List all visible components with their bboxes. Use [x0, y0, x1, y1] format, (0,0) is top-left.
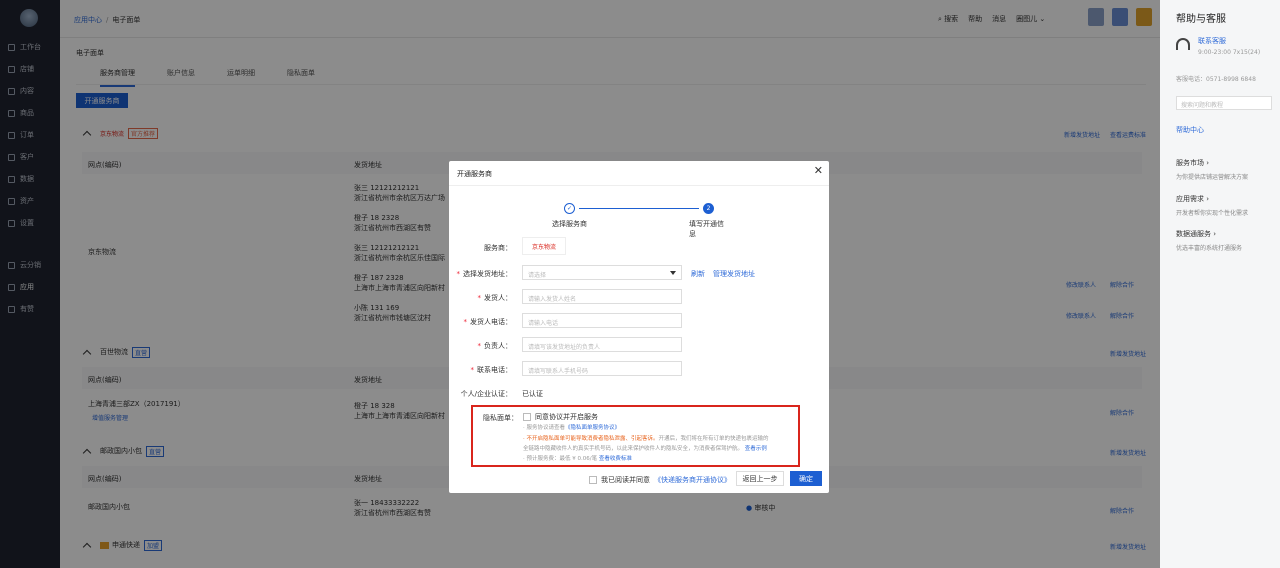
manage-address-link[interactable]: 管理发货地址 [713, 269, 755, 279]
service-phone: 客服电话：0571-8998 6848 [1176, 76, 1256, 83]
contact-phone-row: * 联系电话： 请填写联系人手机号码 [449, 361, 829, 377]
principal-input[interactable]: 请填写该发货地址的负责人 [522, 337, 682, 352]
privacy-line-warning: · 不开启隐私面单可能导致消费者隐私泄露、引起客诉。开通后，我们将在所有订单的快… [523, 436, 769, 442]
view-fee-standard-link[interactable]: 查看收费标准 [599, 456, 632, 462]
sender-phone-label: * 发货人电话： [463, 318, 513, 326]
contact-phone-input[interactable]: 请填写联系人手机号码 [522, 361, 682, 376]
principal-label: * 负责人： [477, 342, 513, 350]
help-title: 帮助与客服 [1176, 14, 1226, 25]
contact-hours: 9:00-23:00 7x15(24) [1198, 49, 1261, 56]
address-select[interactable]: 请选择 [522, 265, 682, 280]
contact-phone-label: * 联系电话： [470, 366, 513, 374]
address-label: * 选择发货地址： [456, 270, 513, 278]
refresh-link[interactable]: 刷新 [691, 269, 705, 279]
contact-name[interactable]: 联系客服 [1198, 36, 1260, 46]
certification-label: 个人/企业认证： [460, 390, 512, 398]
provider-logo: 京东物流 [522, 237, 566, 255]
close-icon[interactable]: ✕ [814, 164, 823, 177]
sender-row: * 发货人： 请输入发货人姓名 [449, 289, 829, 305]
back-button[interactable]: 返回上一步 [736, 471, 784, 486]
privacy-agreement-link[interactable]: 《隐私面单服务协议》 [565, 425, 620, 431]
modal-footer: 我已阅读并同意 《快递服务商开通协议》 返回上一步 确定 [449, 470, 829, 488]
contact-service[interactable]: 联系客服 9:00-23:00 7x15(24) [1176, 36, 1260, 56]
privacy-line-description: 全链路中隐藏收件人的真实手机号码，以此来保护收件人的隐私安全，为消费者保驾护航。… [523, 446, 767, 452]
help-section-app-needs[interactable]: 应用需求 › 开发者帮你实现个性化需求 [1176, 194, 1248, 217]
help-search-input[interactable]: 搜索问题和教程 [1176, 96, 1272, 110]
modal-divider [449, 185, 829, 186]
sender-phone-input[interactable]: 请输入电话 [522, 313, 682, 328]
help-section-data-service[interactable]: 数据通服务 › 优选丰富的系统打通服务 [1176, 229, 1242, 252]
checkbox-icon[interactable] [523, 413, 531, 421]
certification-value: 已认证 [522, 390, 543, 398]
service-agreement-link[interactable]: 《快递服务商开通协议》 [654, 475, 731, 485]
help-section-market[interactable]: 服务市场 › 为你提供店铺运营解决方案 [1176, 158, 1248, 181]
privacy-line-fee: · 预计服务费：最低 ¥ 0.06/笔 查看收费标准 [523, 456, 632, 462]
help-center-link[interactable]: 帮助中心 [1176, 125, 1204, 135]
privacy-waybill-box: 隐私面单： 同意协议并开启服务 · 服务协议请查看《隐私面单服务协议》 · 不开… [471, 405, 800, 467]
confirm-button[interactable]: 确定 [790, 471, 822, 486]
address-row: * 选择发货地址： 请选择 刷新 管理发货地址 [449, 265, 829, 281]
open-provider-modal: 开通服务商 ✕ ✓ 2 选择服务商 填写开通信息 服务商： 京东物流 * 选择发货… [449, 161, 829, 493]
principal-row: * 负责人： 请填写该发货地址的负责人 [449, 337, 829, 353]
sender-name-input[interactable]: 请输入发货人姓名 [522, 289, 682, 304]
modal-title: 开通服务商 [457, 170, 492, 178]
step-current-icon: 2 [703, 203, 714, 214]
privacy-label: 隐私面单： [483, 414, 518, 422]
provider-row: 服务商： 京东物流 [449, 237, 829, 255]
sender-label: * 发货人： [477, 294, 513, 302]
step-connector [579, 208, 699, 209]
sender-phone-row: * 发货人电话： 请输入电话 [449, 313, 829, 329]
checkbox-icon[interactable] [589, 476, 597, 484]
view-example-link[interactable]: 查看示例 [745, 446, 767, 452]
step-done-icon: ✓ [564, 203, 575, 214]
certification-row: 个人/企业认证： 已认证 [449, 385, 829, 401]
provider-label: 服务商： [484, 244, 512, 252]
headset-icon [1176, 38, 1190, 50]
help-panel: 帮助与客服 联系客服 9:00-23:00 7x15(24) 客服电话：0571… [1160, 0, 1280, 568]
privacy-line-agreement: · 服务协议请查看《隐私面单服务协议》 [523, 425, 621, 431]
agreement-checkbox[interactable]: 我已阅读并同意 《快递服务商开通协议》 [589, 475, 731, 485]
privacy-agree-checkbox[interactable]: 同意协议并开启服务 [523, 412, 598, 422]
caret-down-icon [670, 271, 676, 275]
step-1-label: 选择服务商 [552, 220, 587, 228]
step-2-label: 填写开通信息 [689, 220, 724, 238]
